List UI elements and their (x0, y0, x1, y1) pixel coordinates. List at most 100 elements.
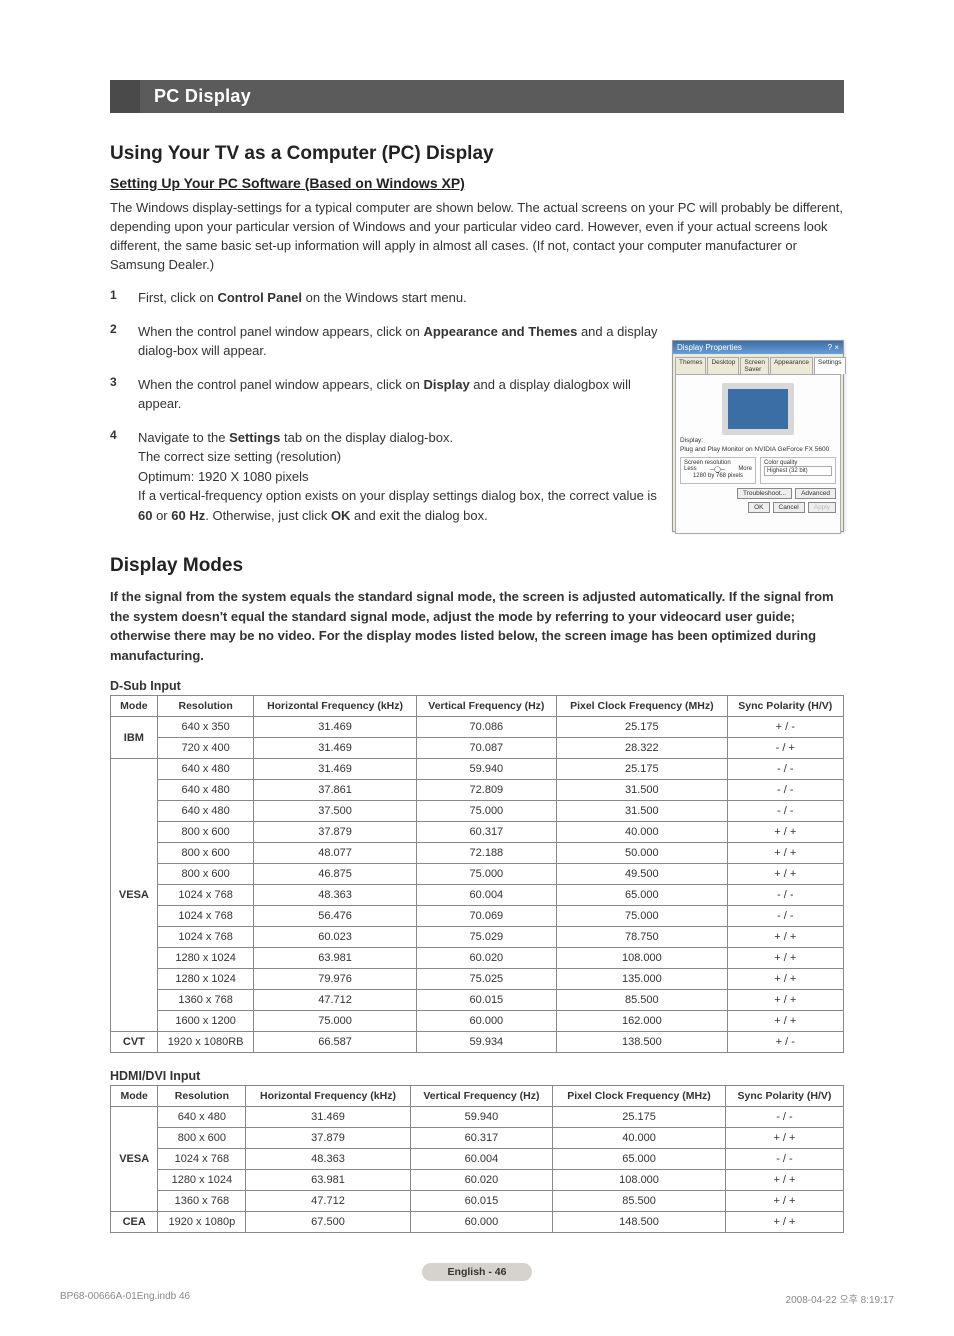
dialog-titlebar: Display Properties ? × (673, 341, 843, 354)
table-row: 800 x 60048.07772.18850.000+ / + (111, 843, 844, 864)
mode-cell: VESA (111, 1107, 158, 1212)
table-cell: 31.469 (254, 759, 416, 780)
table-row: VESA640 x 48031.46959.94025.175- / - (111, 1107, 844, 1128)
table-cell: 138.500 (557, 1032, 727, 1053)
table-header: Horizontal Frequency (kHz) (254, 696, 416, 717)
table-row: 1600 x 120075.00060.000162.000+ / + (111, 1011, 844, 1032)
step-body: When the control panel window appears, c… (138, 375, 670, 414)
table-cell: 75.000 (416, 801, 557, 822)
table-cell: 49.500 (557, 864, 727, 885)
dialog-controls: ? × (828, 343, 839, 352)
table-cell: + / + (727, 927, 843, 948)
page-footer: BP68-00666A-01Eng.indb 46 2008-04-22 오후 … (60, 1291, 894, 1306)
dialog-tab: Desktop (707, 357, 739, 374)
table-cell: 1360 x 768 (158, 1191, 246, 1212)
table-cell: 70.086 (416, 717, 557, 738)
table-cell: 60.317 (416, 822, 557, 843)
table-cell: - / - (725, 1149, 843, 1170)
step-number: 2 (110, 322, 124, 361)
section-banner: PC Display (110, 80, 844, 113)
table-cell: 75.000 (254, 1011, 416, 1032)
table-cell: 65.000 (553, 1149, 726, 1170)
table-row: 1024 x 76848.36360.00465.000- / - (111, 885, 844, 906)
table-cell: 1280 x 1024 (158, 1170, 246, 1191)
table-cell: 59.940 (410, 1107, 552, 1128)
table-cell: 800 x 600 (158, 1128, 246, 1149)
table-cell: + / + (725, 1128, 843, 1149)
hdmi-table: ModeResolutionHorizontal Frequency (kHz)… (110, 1085, 844, 1233)
table-cell: 60.000 (416, 1011, 557, 1032)
dialog-panel: Display: Plug and Play Monitor on NVIDIA… (675, 374, 841, 534)
table-cell: 800 x 600 (157, 864, 254, 885)
table-header: Mode (111, 1086, 158, 1107)
table-cell: 31.500 (557, 780, 727, 801)
table-cell: 40.000 (557, 822, 727, 843)
table-cell: - / + (727, 738, 843, 759)
table-cell: - / - (727, 801, 843, 822)
table-cell: 48.363 (254, 885, 416, 906)
table-cell: + / - (727, 717, 843, 738)
table-cell: 25.175 (553, 1107, 726, 1128)
table-row: 800 x 60046.87575.00049.500+ / + (111, 864, 844, 885)
step-2: 2 When the control panel window appears,… (110, 322, 670, 361)
table-cell: 1280 x 1024 (157, 969, 254, 990)
table-cell: + / + (727, 864, 843, 885)
table-cell: 75.000 (557, 906, 727, 927)
table-cell: 75.025 (416, 969, 557, 990)
table-cell: 85.500 (553, 1191, 726, 1212)
table-header: Mode (111, 696, 158, 717)
step-3: 3 When the control panel window appears,… (110, 375, 670, 414)
table-row: 800 x 60037.87960.31740.000+ / + (111, 1128, 844, 1149)
table-cell: 59.940 (416, 759, 557, 780)
table-cell: 60.020 (410, 1170, 552, 1191)
footer-right: 2008-04-22 오후 8:19:17 (786, 1291, 894, 1306)
table-cell: 48.077 (254, 843, 416, 864)
dialog-tab-active: Settings (814, 357, 846, 374)
table-header: Sync Polarity (H/V) (727, 696, 843, 717)
table-cell: 31.469 (254, 717, 416, 738)
table-cell: 1024 x 768 (157, 927, 254, 948)
table-cell: 78.750 (557, 927, 727, 948)
table-cell: 1280 x 1024 (157, 948, 254, 969)
table-cell: 640 x 350 (157, 717, 254, 738)
table-cell: 148.500 (553, 1212, 726, 1233)
table-cell: 37.879 (254, 822, 416, 843)
table-cell: + / + (727, 948, 843, 969)
dialog-tab: Screen Saver (740, 357, 769, 374)
table-cell: 85.500 (557, 990, 727, 1011)
table-cell: + / + (727, 843, 843, 864)
dialog-tabs: Themes Desktop Screen Saver Appearance S… (675, 357, 841, 374)
display-label: Display: (680, 437, 836, 444)
step-body: Navigate to the Settings tab on the disp… (138, 428, 670, 526)
table-row: 1360 x 76847.71260.01585.500+ / + (111, 990, 844, 1011)
table-cell: 60.000 (410, 1212, 552, 1233)
table-cell: 60.020 (416, 948, 557, 969)
intro-paragraph: The Windows display-settings for a typic… (110, 199, 844, 274)
table-cell: 70.069 (416, 906, 557, 927)
table-cell: 56.476 (254, 906, 416, 927)
footer-left: BP68-00666A-01Eng.indb 46 (60, 1291, 190, 1306)
table-cell: 28.322 (557, 738, 727, 759)
table-cell: 40.000 (553, 1128, 726, 1149)
table-cell: 162.000 (557, 1011, 727, 1032)
table-cell: + / + (727, 822, 843, 843)
display-properties-dialog: Display Properties ? × Themes Desktop Sc… (672, 340, 844, 532)
color-quality-group: Color quality Highest (32 bit) (760, 457, 836, 484)
table-cell: 72.188 (416, 843, 557, 864)
table-cell: 47.712 (246, 1191, 410, 1212)
table-header: Pixel Clock Frequency (MHz) (553, 1086, 726, 1107)
table-cell: 60.023 (254, 927, 416, 948)
ok-button: OK (748, 502, 769, 513)
table-header: Resolution (157, 696, 254, 717)
table-cell: 1920 x 1080p (158, 1212, 246, 1233)
table-cell: - / - (727, 759, 843, 780)
table-cell: 720 x 400 (157, 738, 254, 759)
table-cell: 135.000 (557, 969, 727, 990)
mode-cell: VESA (111, 759, 158, 1032)
table-cell: + / - (727, 1032, 843, 1053)
table-cell: 1024 x 768 (158, 1149, 246, 1170)
table-header: Sync Polarity (H/V) (725, 1086, 843, 1107)
table-cell: 31.469 (246, 1107, 410, 1128)
table-cell: 640 x 480 (158, 1107, 246, 1128)
table-row: VESA640 x 48031.46959.94025.175- / - (111, 759, 844, 780)
